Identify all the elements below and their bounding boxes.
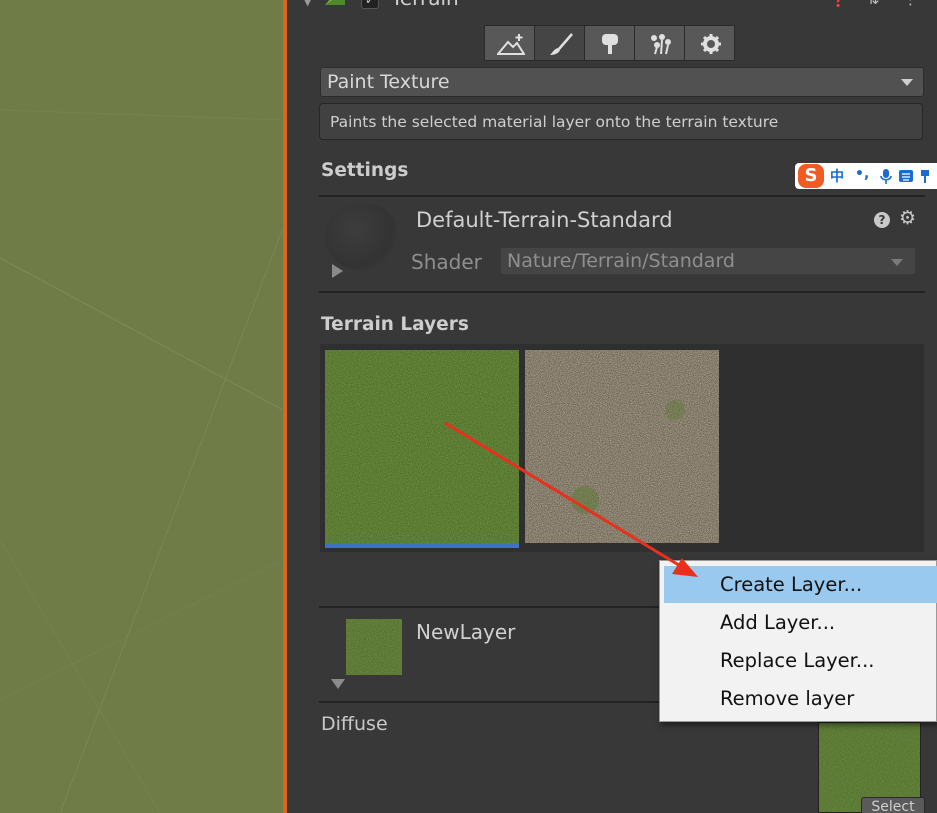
component-enabled-checkbox[interactable]: ✓ xyxy=(361,0,379,9)
layer-selection-indicator xyxy=(325,543,519,548)
paint-trees-tool-button[interactable] xyxy=(584,25,635,61)
help-icon[interactable]: ? xyxy=(874,212,890,228)
ime-language[interactable]: 中 xyxy=(830,166,844,186)
material-name: Default-Terrain-Standard xyxy=(416,208,673,232)
presets-icon[interactable]: ⇅ xyxy=(867,0,880,8)
chevron-down-icon xyxy=(891,259,903,266)
gear-icon[interactable]: ⚙ xyxy=(899,207,916,229)
terrain-layer-grass[interactable] xyxy=(325,350,519,543)
terrain-toolbar xyxy=(484,25,735,61)
terrain-settings-tool-button[interactable] xyxy=(684,25,735,61)
paint-details-tool-button[interactable] xyxy=(634,25,685,61)
foldout-icon[interactable] xyxy=(331,679,345,689)
shader-dropdown[interactable]: Nature/Terrain/Standard xyxy=(500,247,916,275)
select-texture-button[interactable]: Select xyxy=(861,797,925,813)
foldout-icon[interactable]: ▼ xyxy=(303,0,312,8)
flowers-icon xyxy=(651,34,671,55)
selected-layer-name: NewLayer xyxy=(416,620,516,644)
scene-view[interactable] xyxy=(0,0,283,813)
diffuse-label: Diffuse xyxy=(321,713,388,735)
component-title: Terrain xyxy=(391,0,459,10)
gear-icon xyxy=(701,34,721,54)
menu-item-create-layer[interactable]: Create Layer... xyxy=(664,566,937,603)
menu-item-replace-layer[interactable]: Replace Layer... xyxy=(664,642,937,679)
play-icon[interactable] xyxy=(332,264,343,278)
help-box: Paints the selected material layer onto … xyxy=(319,103,923,140)
shader-value: Nature/Terrain/Standard xyxy=(507,250,735,272)
help-text: Paints the selected material layer onto … xyxy=(330,113,779,131)
brush-icon xyxy=(550,33,573,55)
shader-label: Shader xyxy=(411,250,482,274)
ime-punctuation-icon[interactable]: •, xyxy=(855,166,869,182)
chevron-down-icon xyxy=(901,79,913,86)
mountain-icon xyxy=(497,34,525,55)
menu-item-add-layer[interactable]: Add Layer... xyxy=(664,604,937,641)
terrain-layers-palette xyxy=(320,344,924,552)
raise-lower-tool-button[interactable] xyxy=(484,25,535,61)
terrain-component-icon xyxy=(325,0,345,5)
context-menu: Create Layer... Add Layer... Replace Lay… xyxy=(659,560,937,722)
ime-logo: S xyxy=(798,164,824,188)
microphone-icon[interactable] xyxy=(880,169,892,184)
tree-icon xyxy=(602,34,618,54)
paint-texture-tool-button[interactable] xyxy=(534,25,585,61)
divider-line xyxy=(319,291,925,293)
tool-mode-dropdown[interactable]: Paint Texture xyxy=(320,67,924,97)
terrain-layer-dry-ground[interactable] xyxy=(525,350,719,543)
help-icon[interactable]: ❓ xyxy=(829,0,848,8)
divider-line xyxy=(319,195,925,197)
ime-skin-icon[interactable] xyxy=(920,169,930,184)
tool-mode-value: Paint Texture xyxy=(327,71,450,93)
menu-item-remove-layer[interactable]: Remove layer xyxy=(664,680,937,717)
terrain-layers-heading: Terrain Layers xyxy=(321,314,469,335)
component-header: ▼ ✓ Terrain ❓ ⇅ ⋮ xyxy=(287,0,937,14)
ime-toolbar[interactable]: S 中 •, xyxy=(795,163,937,189)
new-layer-thumbnail xyxy=(346,619,402,675)
keyboard-icon[interactable] xyxy=(899,170,913,182)
settings-heading: Settings xyxy=(321,160,409,181)
scene-grid xyxy=(0,109,283,813)
material-preview xyxy=(325,203,401,271)
more-options-icon[interactable]: ⋮ xyxy=(903,0,918,8)
